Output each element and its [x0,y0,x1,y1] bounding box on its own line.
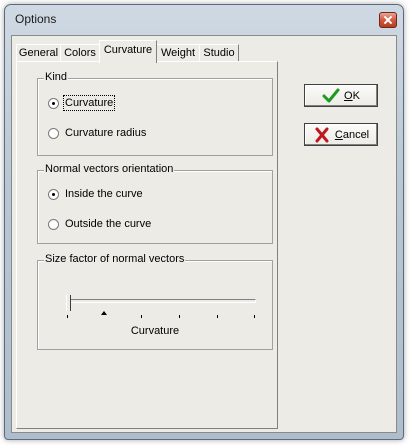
check-icon [322,88,340,104]
kind-option-curvature[interactable]: Curvature [48,95,116,111]
options-dialog: Options General Colors Curvature Weight … [4,4,404,440]
radio-button[interactable] [48,218,59,230]
size-factor-slider-track[interactable] [68,299,256,303]
slider-tick [141,315,142,318]
orientation-group: Normal vectors orientation Inside the cu… [37,163,273,244]
dialog-client-area: General Colors Curvature Weight Studio K… [11,35,397,433]
size-factor-group: Size factor of normal vectors Curvature [37,253,273,350]
title-bar[interactable]: Options [5,5,403,33]
radio-button[interactable] [48,127,59,139]
orientation-option-inside[interactable]: Inside the curve [48,186,143,202]
ok-button[interactable]: OK [304,84,378,107]
slider-value-label: Curvature [130,325,180,337]
slider-position-marker [101,311,107,315]
curvature-tab-panel: Kind Curvature Curvature radius Normal v… [16,61,278,429]
tab-curvature[interactable]: Curvature [99,40,157,63]
radio-button[interactable] [48,188,59,200]
kind-group: Kind Curvature Curvature radius [37,71,273,156]
radio-label: Curvature [62,95,116,111]
slider-tick [179,315,180,318]
tab-general[interactable]: General [16,44,61,62]
slider-tick [254,315,255,318]
slider-tick [217,315,218,318]
radio-label: Curvature radius [65,127,147,139]
kind-group-label: Kind [44,71,69,83]
radio-button[interactable] [48,97,59,109]
close-icon[interactable] [379,12,397,28]
orientation-option-outside[interactable]: Outside the curve [48,216,151,232]
size-factor-slider-thumb[interactable] [66,295,71,311]
kind-option-curvature-radius[interactable]: Curvature radius [48,125,146,141]
radio-label: Inside the curve [65,188,143,200]
cancel-button[interactable]: Cancel [304,123,378,146]
slider-tick [67,315,68,318]
x-icon [313,127,331,143]
orientation-group-label: Normal vectors orientation [44,163,175,175]
tab-studio[interactable]: Studio [199,44,239,62]
window-title: Options [15,12,57,26]
size-factor-group-label: Size factor of normal vectors [44,253,186,265]
radio-label: Outside the curve [65,218,152,230]
tab-weight[interactable]: Weight [156,44,200,62]
cancel-button-label: Cancel [334,128,370,141]
tab-colors[interactable]: Colors [60,44,100,62]
ok-button-label: OK [344,89,360,102]
